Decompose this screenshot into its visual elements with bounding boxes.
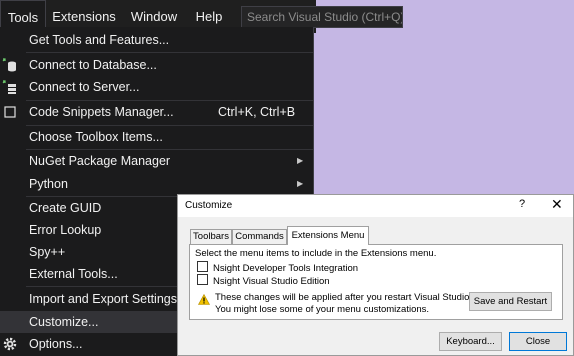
- instruction-text: Select the menu items to include in the …: [195, 248, 437, 259]
- customize-dialog: Customize ? ✕ Toolbars Commands Extensio…: [177, 194, 574, 356]
- menu-item-label: Connect to Database...: [29, 58, 157, 72]
- menu-item-nuget[interactable]: NuGet Package Manager ▶: [0, 150, 313, 172]
- submenu-arrow-icon: ▶: [297, 156, 304, 165]
- menu-item-code-snippets[interactable]: Code Snippets Manager... Ctrl+K, Ctrl+B: [0, 101, 313, 123]
- checkbox-nsight-integration-row[interactable]: Nsight Developer Tools Integration: [197, 261, 359, 274]
- dialog-title: Customize: [185, 200, 233, 211]
- save-and-restart-button[interactable]: Save and Restart: [469, 292, 552, 311]
- gear-icon: [3, 337, 17, 351]
- menu-item-connect-server[interactable]: Connect to Server...: [0, 76, 313, 98]
- menu-item-label: Choose Toolbox Items...: [29, 130, 163, 144]
- checkbox-label: Nsight Developer Tools Integration: [213, 263, 359, 274]
- menu-item-label: Create GUID: [29, 201, 102, 215]
- dialog-titlebar[interactable]: Customize ? ✕: [178, 195, 573, 217]
- menu-separator: [26, 52, 313, 53]
- menu-item-label: Python: [29, 177, 68, 191]
- tab-toolbars[interactable]: Toolbars: [190, 229, 232, 244]
- menu-item-python[interactable]: Python ▶: [0, 173, 313, 195]
- warning-icon: [198, 294, 210, 305]
- menu-item-get-tools[interactable]: Get Tools and Features...: [0, 29, 313, 51]
- tab-extensions-menu[interactable]: Extensions Menu: [287, 226, 369, 245]
- keyboard-button[interactable]: Keyboard...: [439, 332, 502, 351]
- warning-text-line2: You might lose some of your menu customi…: [215, 304, 430, 315]
- submenu-arrow-icon: ▶: [297, 179, 304, 188]
- warning-text-line1: These changes will be applied after you …: [215, 292, 473, 303]
- tab-commands[interactable]: Commands: [232, 229, 287, 244]
- menu-item-label: Get Tools and Features...: [29, 33, 170, 47]
- menu-item-label: External Tools...: [29, 267, 118, 281]
- menu-item-choose-toolbox[interactable]: Choose Toolbox Items...: [0, 126, 313, 148]
- search-input[interactable]: Search Visual Studio (Ctrl+Q): [241, 6, 403, 28]
- menu-item-label: Import and Export Settings...: [29, 292, 188, 306]
- menu-item-label: Connect to Server...: [29, 80, 140, 94]
- help-button[interactable]: ?: [519, 198, 525, 210]
- database-connect-icon: [2, 58, 16, 72]
- checkbox-nsight-integration[interactable]: [197, 261, 208, 272]
- checkbox-label: Nsight Visual Studio Edition: [213, 276, 330, 287]
- menu-item-connect-database[interactable]: Connect to Database...: [0, 54, 313, 76]
- checkbox-nsight-vs-edition[interactable]: [197, 274, 208, 285]
- close-button[interactable]: Close: [509, 332, 567, 351]
- extensions-menu-panel: Select the menu items to include in the …: [189, 244, 563, 320]
- menu-item-label: Spy++: [29, 245, 66, 259]
- snippet-icon: [4, 106, 16, 118]
- menu-item-label: Code Snippets Manager...: [29, 105, 174, 119]
- menu-item-label: Error Lookup: [29, 223, 102, 237]
- checkbox-nsight-vs-edition-row[interactable]: Nsight Visual Studio Edition: [197, 274, 330, 287]
- menu-item-shortcut: Ctrl+K, Ctrl+B: [218, 105, 296, 119]
- menu-item-label: Options...: [29, 337, 83, 351]
- screen: Tools Extensions Window Help Search Visu…: [0, 0, 574, 356]
- server-connect-icon: [2, 80, 16, 94]
- menu-item-label: Customize...: [29, 315, 99, 329]
- menu-item-label: NuGet Package Manager: [29, 154, 171, 168]
- close-icon[interactable]: ✕: [551, 196, 563, 213]
